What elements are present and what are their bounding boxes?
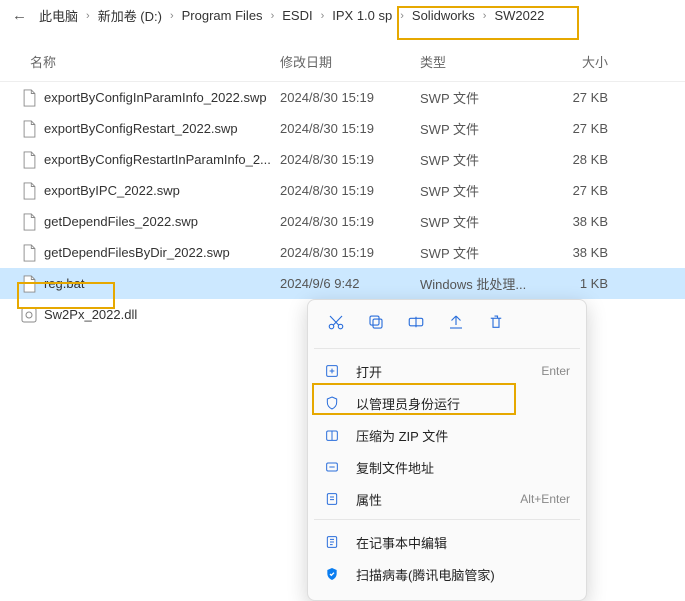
header-size[interactable]: 大小: [538, 52, 608, 71]
file-row[interactable]: exportByConfigInParamInfo_2022.swp2024/8…: [0, 82, 685, 113]
file-row[interactable]: getDependFiles_2022.swp2024/8/30 15:19SW…: [0, 206, 685, 237]
file-type: SWP 文件: [420, 119, 538, 138]
file-date: 2024/8/30 15:19: [280, 152, 420, 167]
file-date: 2024/8/30 15:19: [280, 90, 420, 105]
file-row[interactable]: exportByConfigRestart_2022.swp2024/8/30 …: [0, 113, 685, 144]
column-headers: 名称 修改日期 类型 大小: [0, 42, 685, 82]
share-icon[interactable]: [446, 312, 466, 332]
file-name: exportByConfigInParamInfo_2022.swp: [44, 90, 280, 105]
chevron-right-icon: ›: [168, 10, 176, 22]
file-list: exportByConfigInParamInfo_2022.swp2024/8…: [0, 82, 685, 330]
copy-icon[interactable]: [366, 312, 386, 332]
menu-compress-zip-label: 压缩为 ZIP 文件: [356, 426, 570, 445]
chevron-right-icon: ›: [269, 10, 277, 22]
menu-run-as-admin[interactable]: 以管理员身份运行: [308, 387, 586, 419]
file-date: 2024/9/6 9:42: [280, 276, 420, 291]
file-type: SWP 文件: [420, 243, 538, 262]
file-name: exportByIPC_2022.swp: [44, 183, 280, 198]
file-icon: [20, 306, 38, 324]
crumb-solidworks[interactable]: Solidworks: [406, 6, 481, 25]
chevron-right-icon: ›: [481, 10, 489, 22]
breadcrumb: ← 此电脑 › 新加卷 (D:) › Program Files › ESDI …: [0, 0, 685, 32]
file-size: 27 KB: [538, 90, 608, 105]
file-icon: [20, 151, 38, 169]
rename-icon[interactable]: [406, 312, 426, 332]
properties-icon: [324, 490, 346, 508]
file-size: 27 KB: [538, 183, 608, 198]
crumb-ipx[interactable]: IPX 1.0 sp: [326, 6, 398, 25]
header-type[interactable]: 类型: [420, 52, 538, 71]
delete-icon[interactable]: [486, 312, 506, 332]
file-name: getDependFilesByDir_2022.swp: [44, 245, 280, 260]
file-size: 28 KB: [538, 152, 608, 167]
crumb-this-pc[interactable]: 此电脑: [33, 4, 84, 27]
menu-compress-zip[interactable]: 压缩为 ZIP 文件: [308, 419, 586, 451]
chevron-right-icon: ›: [398, 10, 406, 22]
context-menu: 打开 Enter 以管理员身份运行 压缩为 ZIP 文件 复制文件地址 属性 A…: [307, 299, 587, 601]
file-icon: [20, 89, 38, 107]
back-arrow-icon[interactable]: ←: [6, 7, 33, 24]
crumb-drive[interactable]: 新加卷 (D:): [92, 4, 168, 27]
file-size: 1 KB: [538, 276, 608, 291]
menu-open-label: 打开: [356, 362, 541, 381]
file-name: reg.bat: [44, 276, 280, 291]
file-icon: [20, 120, 38, 138]
file-date: 2024/8/30 15:19: [280, 121, 420, 136]
open-icon: [324, 362, 346, 380]
menu-properties-accel: Alt+Enter: [520, 492, 570, 506]
menu-separator: [314, 519, 580, 520]
file-date: 2024/8/30 15:19: [280, 183, 420, 198]
file-name: getDependFiles_2022.swp: [44, 214, 280, 229]
file-row[interactable]: reg.bat2024/9/6 9:42Windows 批处理...1 KB: [0, 268, 685, 299]
shield-icon: [324, 394, 346, 412]
file-icon: [20, 213, 38, 231]
file-type: SWP 文件: [420, 181, 538, 200]
file-icon: [20, 182, 38, 200]
file-size: 38 KB: [538, 214, 608, 229]
file-icon: [20, 275, 38, 293]
file-size: 38 KB: [538, 245, 608, 260]
file-row[interactable]: exportByConfigRestartInParamInfo_2...202…: [0, 144, 685, 175]
file-date: 2024/8/30 15:19: [280, 214, 420, 229]
menu-edit-notepad[interactable]: 在记事本中编辑: [308, 526, 586, 558]
crumb-esdi[interactable]: ESDI: [276, 6, 318, 25]
menu-separator: [314, 348, 580, 349]
crumb-sw2022[interactable]: SW2022: [488, 6, 550, 25]
menu-scan-virus-label: 扫描病毒(腾讯电脑管家): [356, 565, 570, 584]
chevron-right-icon: ›: [84, 10, 92, 22]
file-type: SWP 文件: [420, 150, 538, 169]
path-icon: [324, 458, 346, 476]
file-type: SWP 文件: [420, 212, 538, 231]
menu-edit-notepad-label: 在记事本中编辑: [356, 533, 570, 552]
file-size: 27 KB: [538, 121, 608, 136]
menu-run-as-admin-label: 以管理员身份运行: [356, 394, 570, 413]
file-row[interactable]: exportByIPC_2022.swp2024/8/30 15:19SWP 文…: [0, 175, 685, 206]
header-date[interactable]: 修改日期: [280, 52, 420, 71]
menu-open-accel: Enter: [541, 364, 570, 378]
notepad-icon: [324, 533, 346, 551]
menu-scan-virus[interactable]: 扫描病毒(腾讯电脑管家): [308, 558, 586, 590]
chevron-right-icon: ›: [319, 10, 327, 22]
file-type: Windows 批处理...: [420, 274, 538, 293]
file-name: Sw2Px_2022.dll: [44, 307, 280, 322]
file-row[interactable]: getDependFilesByDir_2022.swp2024/8/30 15…: [0, 237, 685, 268]
menu-properties[interactable]: 属性 Alt+Enter: [308, 483, 586, 515]
zip-icon: [324, 426, 346, 444]
tencent-shield-icon: [324, 565, 346, 583]
file-icon: [20, 244, 38, 262]
file-name: exportByConfigRestartInParamInfo_2...: [44, 152, 280, 167]
crumb-program-files[interactable]: Program Files: [176, 6, 269, 25]
cut-icon[interactable]: [326, 312, 346, 332]
file-date: 2024/8/30 15:19: [280, 245, 420, 260]
menu-copy-path-label: 复制文件地址: [356, 458, 570, 477]
file-name: exportByConfigRestart_2022.swp: [44, 121, 280, 136]
file-type: SWP 文件: [420, 88, 538, 107]
menu-copy-path[interactable]: 复制文件地址: [308, 451, 586, 483]
context-quick-actions: [308, 300, 586, 344]
menu-open[interactable]: 打开 Enter: [308, 355, 586, 387]
header-name[interactable]: 名称: [30, 52, 280, 71]
menu-properties-label: 属性: [356, 490, 520, 509]
